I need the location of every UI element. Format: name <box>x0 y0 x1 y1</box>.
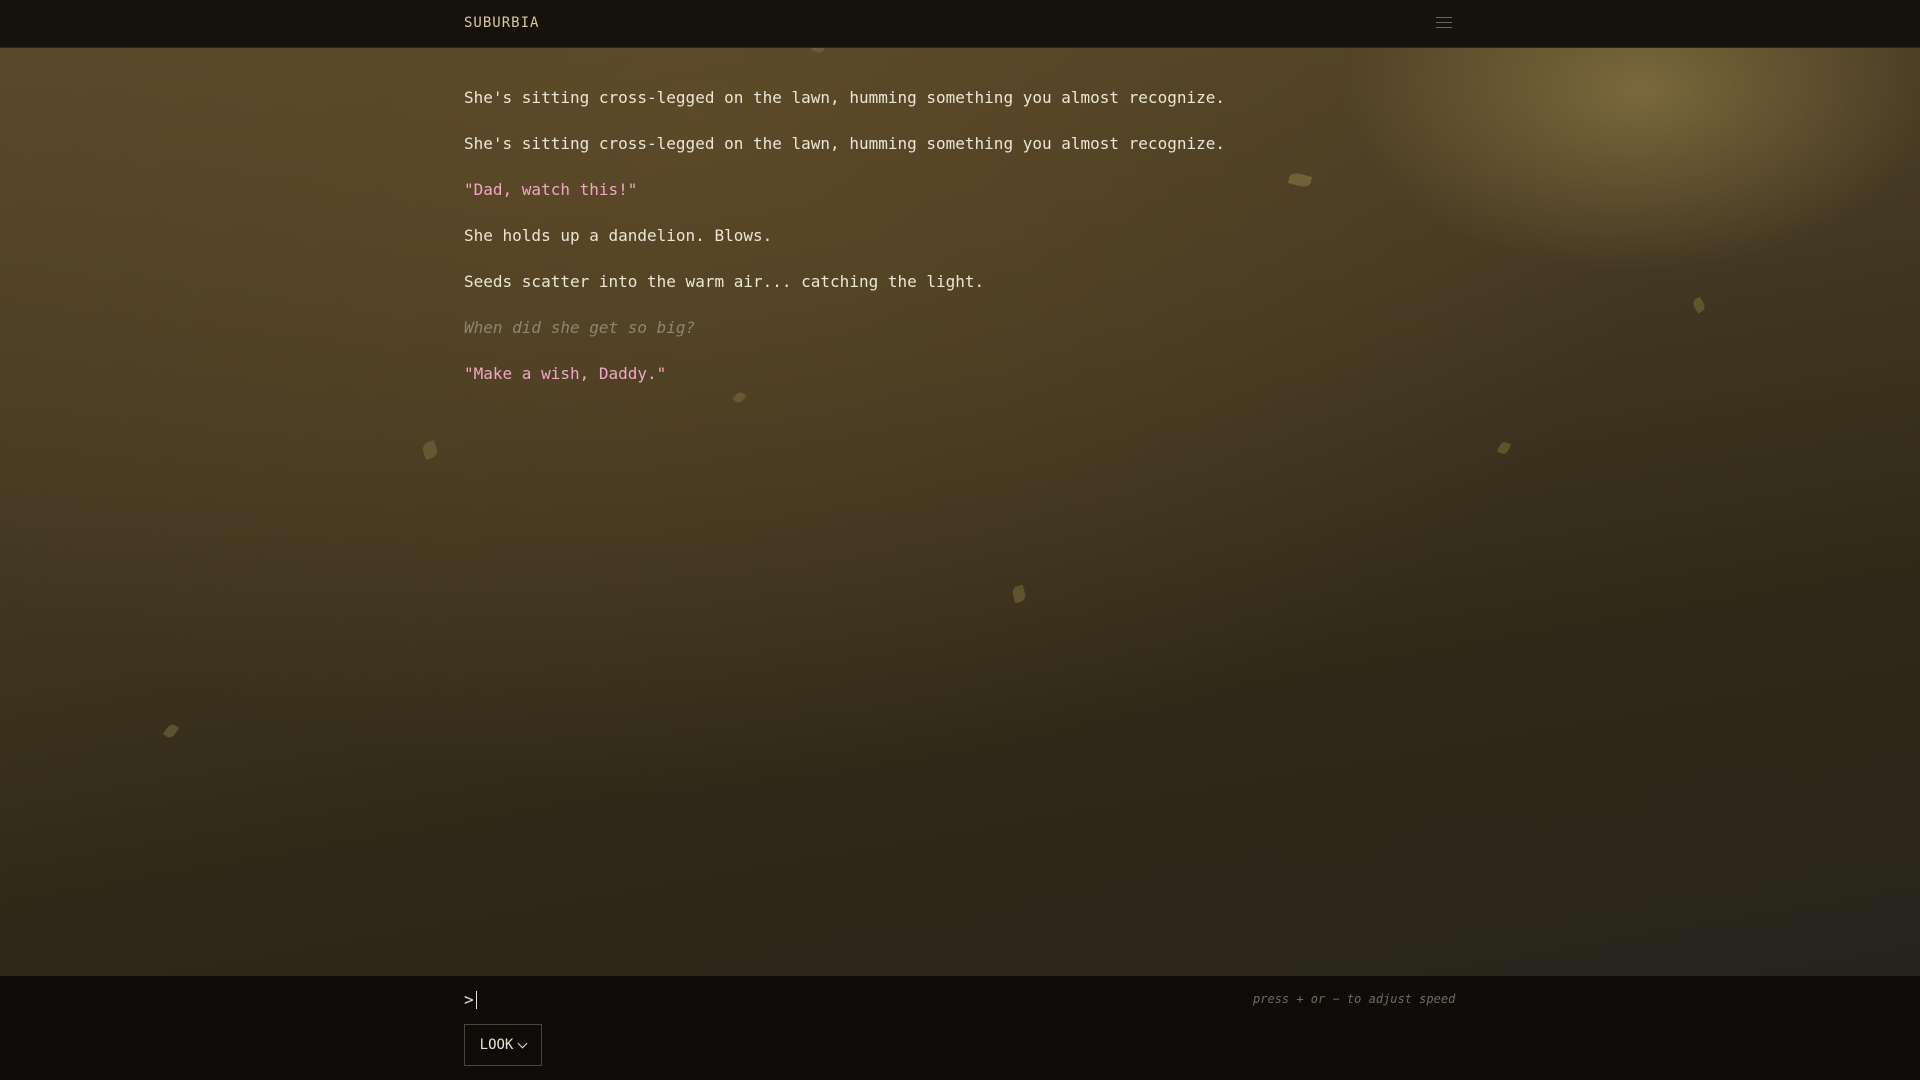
command-input[interactable] <box>478 990 879 1009</box>
text-cursor <box>475 990 477 1009</box>
game-title: SUBURBIA <box>464 15 540 31</box>
dialog-line: "Dad, watch this!" <box>464 180 638 199</box>
story-line: She holds up a dandelion. Blows. <box>464 226 773 245</box>
leaf-decoration <box>420 440 440 460</box>
story-line: Seeds scatter into the warm air... catch… <box>464 272 985 291</box>
game-screen: SUBURBIA She's sitting cross-legged on t… <box>0 0 1920 1080</box>
command-prompt: > <box>464 990 879 1009</box>
thought-line: When did she get so big? <box>464 318 696 337</box>
story-line: She's sitting cross-legged on the lawn, … <box>464 134 1225 153</box>
story-line: She's sitting cross-legged on the lawn, … <box>464 88 1225 107</box>
leaf-decoration <box>1011 584 1027 604</box>
top-bar: SUBURBIA <box>0 0 1920 48</box>
story-log: She's sitting cross-legged on the lawn, … <box>464 88 1464 410</box>
leaf-decoration <box>1496 440 1512 456</box>
hamburger-menu-icon[interactable] <box>1436 13 1452 33</box>
look-dropdown-button[interactable]: LOOK <box>464 1024 542 1066</box>
leaf-decoration <box>162 722 180 740</box>
chevron-down-icon <box>517 1038 528 1048</box>
look-label: LOOK <box>479 1037 514 1053</box>
prompt-symbol: > <box>464 990 474 1009</box>
speed-hint: press + or − to adjust speed <box>1253 992 1456 1006</box>
command-bar: > press + or − to adjust speed LOOK <box>0 976 1920 1080</box>
dialog-line: "Make a wish, Daddy." <box>464 364 667 383</box>
leaf-decoration <box>1691 296 1707 314</box>
